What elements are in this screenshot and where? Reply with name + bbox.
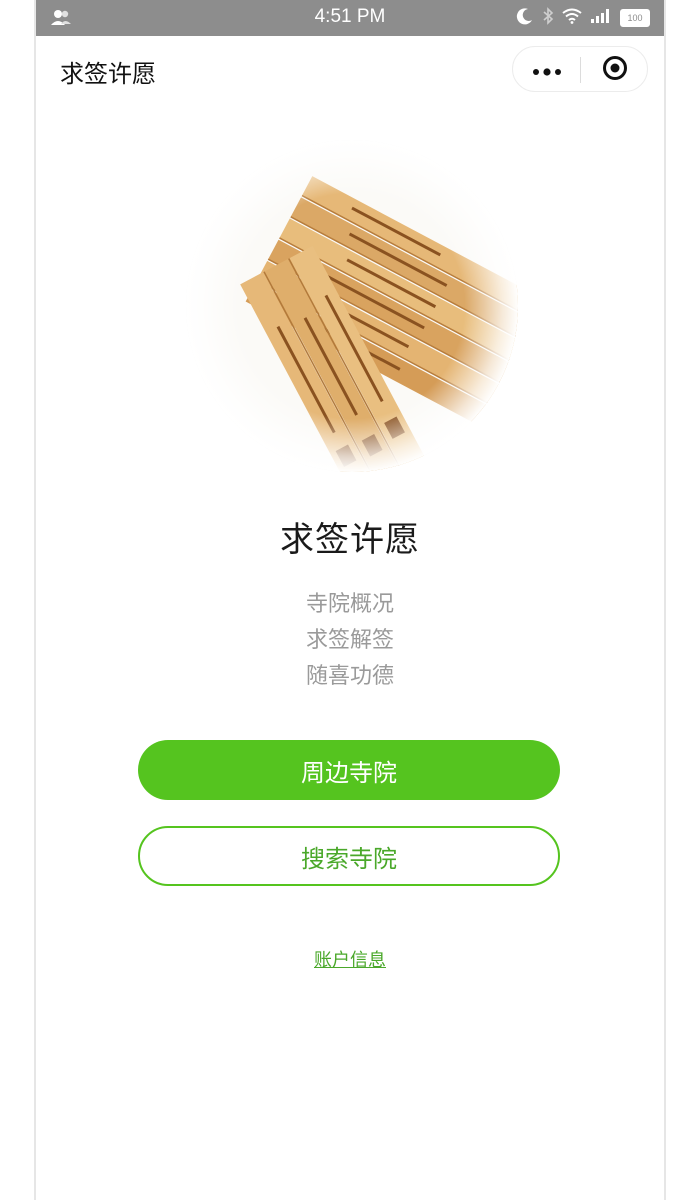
status-icons: 100 [516, 7, 650, 29]
mini-program-capsule [512, 46, 648, 92]
signal-icon [590, 8, 612, 28]
nav-title: 求签许愿 [60, 60, 156, 88]
feature-temple-overview: 寺院概况 [305, 592, 394, 617]
close-button[interactable] [581, 47, 649, 93]
status-bar: 4:51 PM 100 [36, 0, 664, 36]
page-title: 求签许愿 [280, 520, 420, 560]
bluetooth-icon [542, 7, 554, 29]
wifi-icon [562, 8, 582, 28]
phone-screen: 4:51 PM 100 求签许愿 求签许愿 寺院概况 求签解签 随喜功德 周边寺… [36, 0, 664, 1200]
bottom-edge [36, 1190, 664, 1200]
divination-sticks-image [186, 140, 518, 472]
more-dots-icon [532, 61, 562, 80]
battery-icon: 100 [620, 9, 650, 27]
moon-icon [516, 7, 534, 29]
nav-bar: 求签许愿 [36, 36, 664, 106]
account-info-link[interactable]: 账户信息 [36, 946, 664, 972]
gutter-divider-right [664, 0, 666, 1200]
nearby-temples-button[interactable]: 周边寺院 [138, 740, 560, 800]
search-temples-button[interactable]: 搜索寺院 [138, 826, 560, 886]
close-target-icon [602, 55, 628, 85]
screen-gutter-right [664, 0, 700, 1200]
feature-merit-donation: 随喜功德 [305, 664, 394, 689]
screen-gutter-left [0, 0, 36, 1200]
more-button[interactable] [513, 47, 580, 93]
feature-draw-lot: 求签解签 [305, 628, 394, 653]
